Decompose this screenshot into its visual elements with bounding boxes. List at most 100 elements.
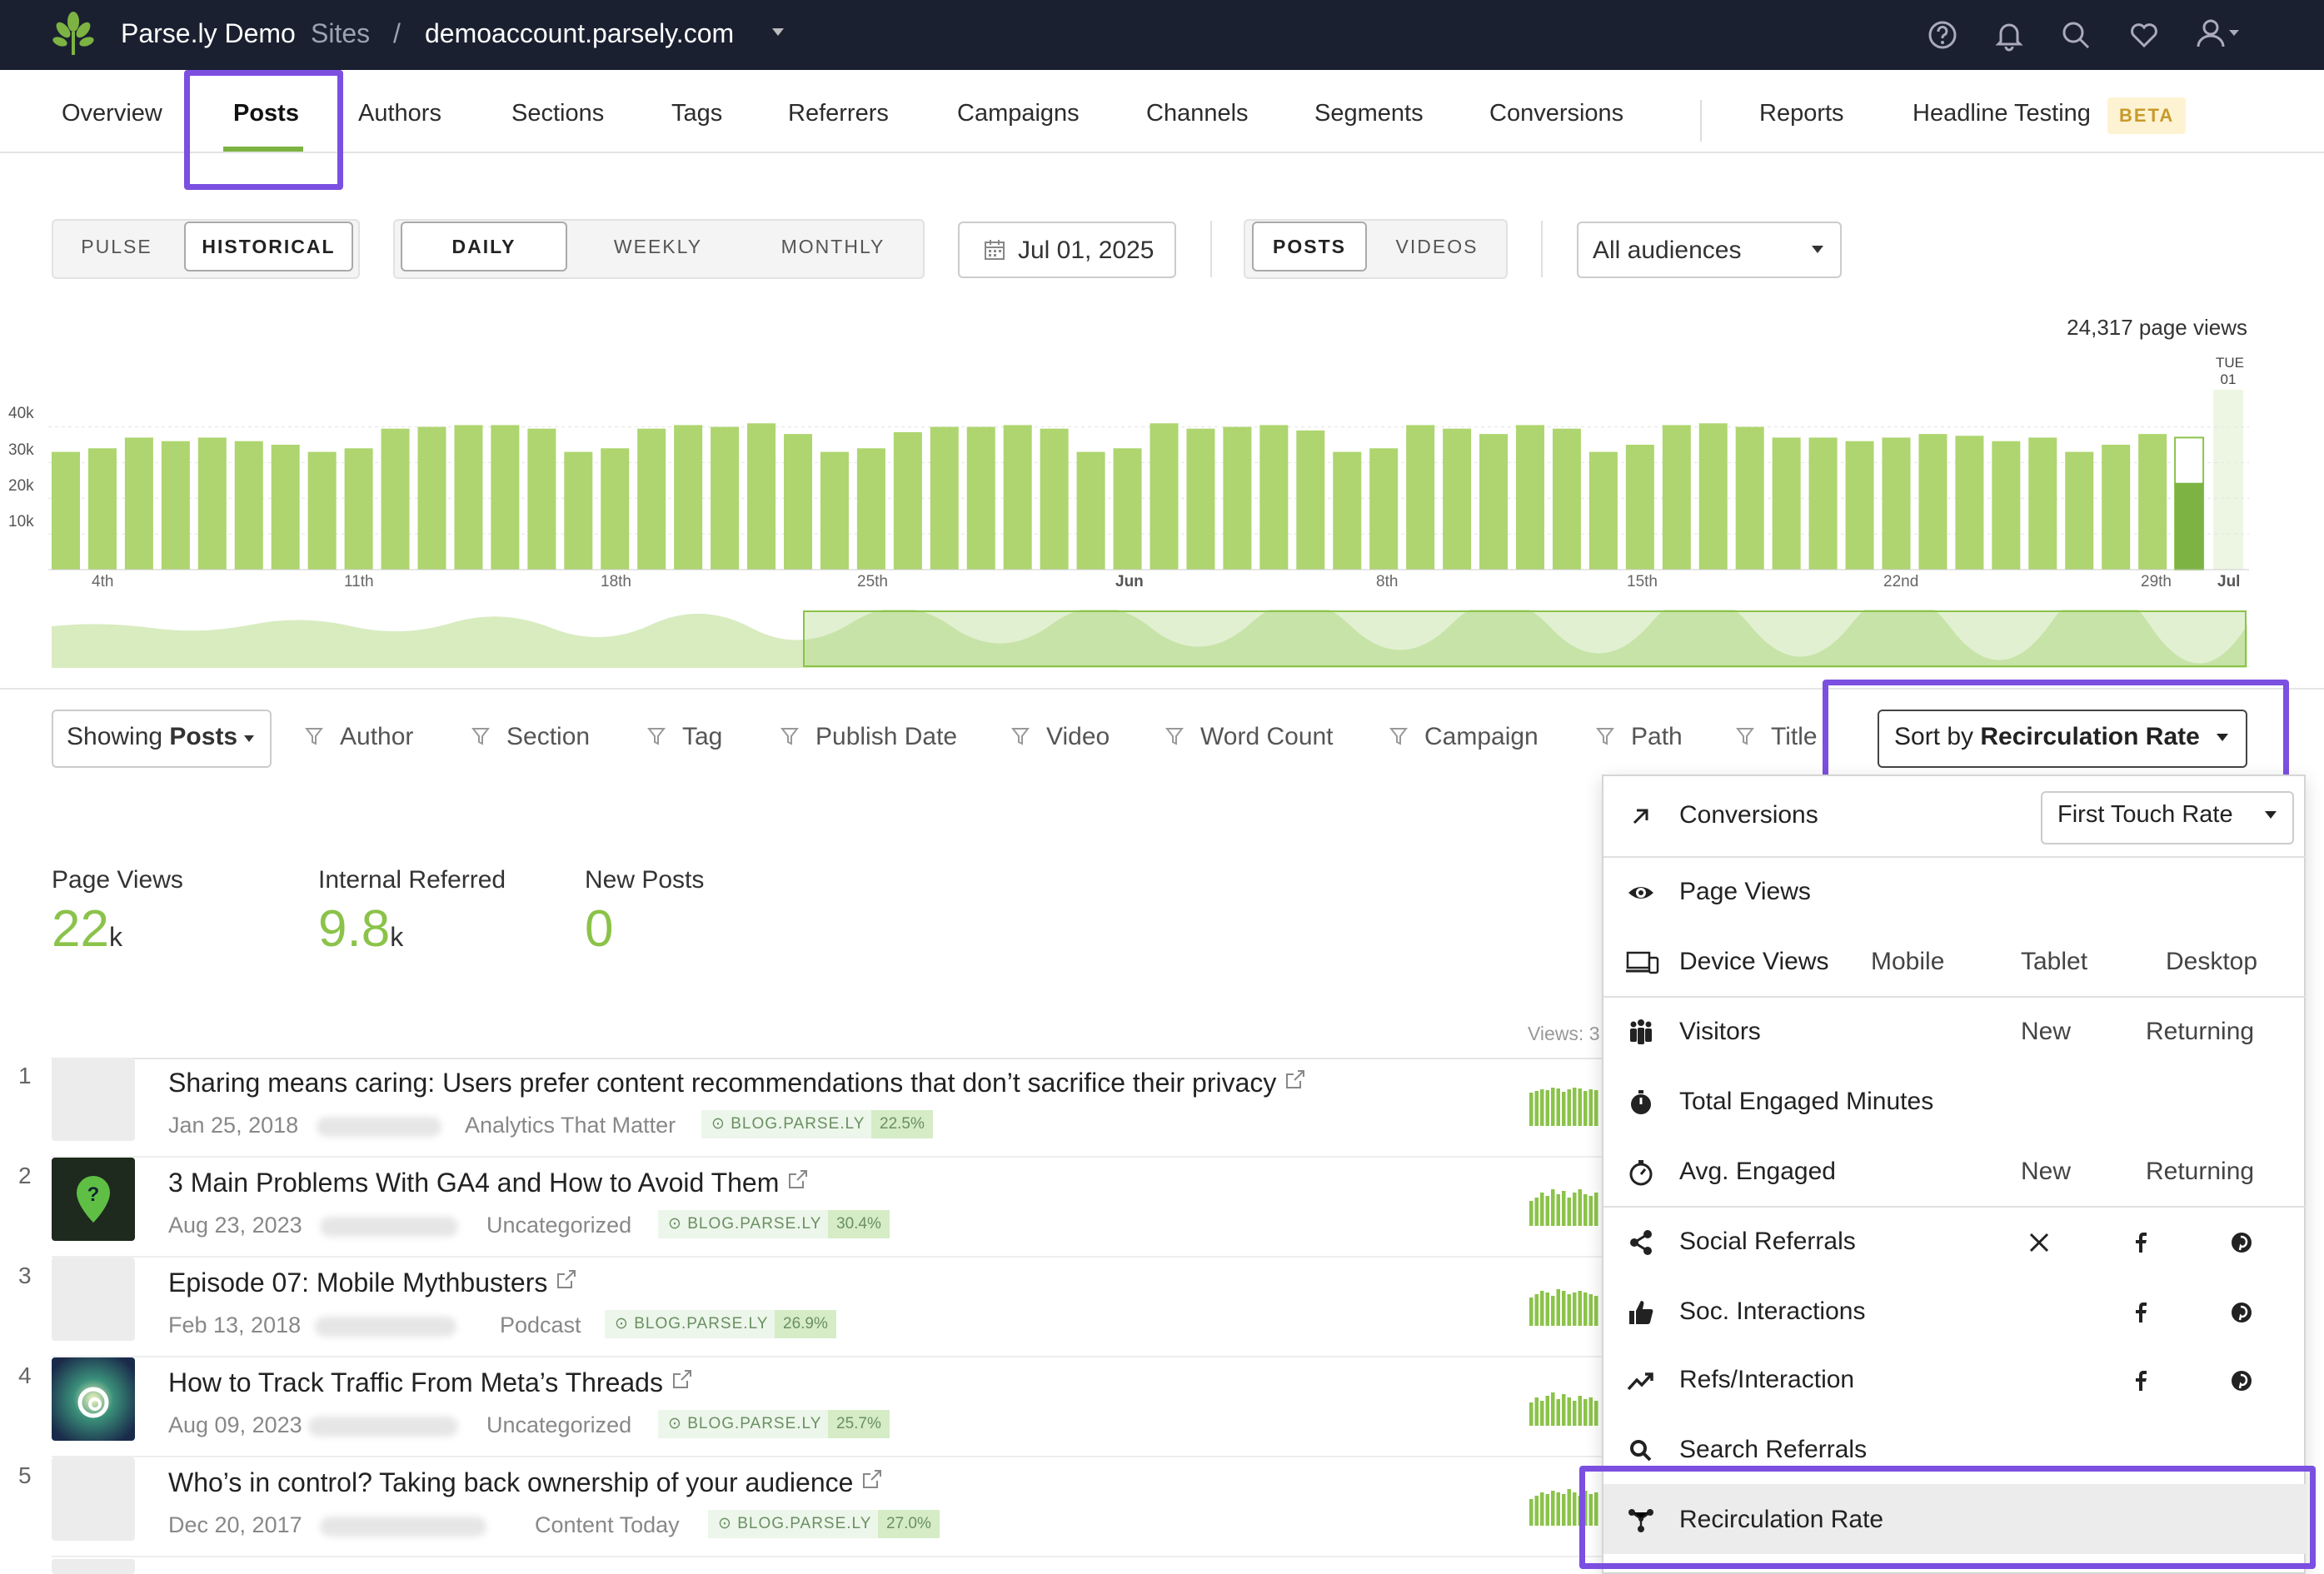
chart-bar[interactable]	[1003, 425, 1032, 570]
sort-sub-new[interactable]: New	[2021, 1158, 2071, 1186]
chart-bar[interactable]	[1406, 425, 1435, 570]
post-title[interactable]: Who’s in control? Taking back ownership …	[168, 1467, 883, 1498]
chart-bar[interactable]	[52, 451, 80, 570]
chart-bar[interactable]	[711, 426, 740, 570]
chart-bar[interactable]	[1735, 426, 1764, 570]
sort-sub-desktop[interactable]: Desktop	[2166, 948, 2257, 976]
chart-bar[interactable]	[1076, 451, 1105, 570]
chevron-down-icon[interactable]	[771, 27, 785, 37]
tab-sections[interactable]: Sections	[511, 100, 604, 127]
chart-bar[interactable]	[1479, 434, 1509, 570]
tab-overview[interactable]: Overview	[62, 100, 162, 127]
tag-filter[interactable]: Tag	[647, 723, 722, 751]
parsely-logo-icon[interactable]	[48, 8, 98, 58]
chart-bar[interactable]	[1259, 425, 1289, 570]
chart-bar[interactable]	[1992, 441, 2021, 570]
chart-bar[interactable]	[1955, 436, 1984, 570]
chart-bar[interactable]	[637, 428, 666, 570]
chart-bar[interactable]	[1333, 451, 1362, 570]
chart-bar[interactable]	[527, 428, 556, 570]
heart-icon[interactable]	[2126, 17, 2162, 53]
pinterest-icon[interactable]	[2230, 1369, 2253, 1392]
chart-bar[interactable]	[2065, 451, 2094, 570]
sort-option-avg-engaged[interactable]: Avg. Engaged	[1679, 1158, 1836, 1186]
historical-button[interactable]: HISTORICAL	[184, 222, 353, 271]
sort-option-soc-interactions[interactable]: Soc. Interactions	[1679, 1298, 1865, 1326]
range-navigator[interactable]	[52, 610, 2247, 668]
post-title[interactable]: Sharing means caring: Users prefer conte…	[168, 1068, 1306, 1098]
sort-sub-new[interactable]: New	[2021, 1018, 2071, 1046]
help-icon[interactable]	[1924, 17, 1961, 53]
chart-bar[interactable]	[1113, 448, 1142, 570]
sort-option-device-views[interactable]: Device Views	[1679, 948, 1829, 976]
weekly-button[interactable]: WEEKLY	[575, 222, 741, 271]
chart-bar[interactable]	[454, 425, 483, 570]
chart-bar[interactable]	[601, 448, 630, 570]
chart-bar[interactable]	[1588, 451, 1618, 570]
chart-bar[interactable]	[1040, 428, 1069, 570]
tab-headline-testing[interactable]: Headline Testing	[1913, 100, 2091, 127]
sort-option-social-referrals[interactable]: Social Referrals	[1679, 1228, 1856, 1256]
tab-segments[interactable]: Segments	[1314, 100, 1424, 127]
chart-bar[interactable]	[381, 428, 410, 570]
pinterest-icon[interactable]	[2230, 1231, 2253, 1254]
chart-bar[interactable]	[1443, 428, 1472, 570]
bell-icon[interactable]	[1991, 17, 2027, 53]
chart-bar[interactable]	[1662, 425, 1691, 570]
videos-button[interactable]: VIDEOS	[1379, 222, 1495, 271]
search-icon[interactable]	[2057, 17, 2094, 53]
tab-authors[interactable]: Authors	[358, 100, 441, 127]
chart-bar[interactable]	[1552, 428, 1581, 570]
sort-option-refs-interaction[interactable]: Refs/Interaction	[1679, 1366, 1854, 1394]
chart-bar[interactable]	[930, 426, 959, 570]
sort-option-total-engaged[interactable]: Total Engaged Minutes	[1679, 1088, 1933, 1116]
chart-bar[interactable]	[2138, 434, 2167, 570]
chart-bar[interactable]	[1625, 445, 1654, 570]
user-menu-icon[interactable]	[2192, 15, 2246, 52]
chart-bar[interactable]	[784, 434, 812, 570]
sort-sub-mobile[interactable]: Mobile	[1871, 948, 1944, 976]
chart-bar[interactable]	[564, 451, 593, 570]
post-section[interactable]: Analytics That Matter	[465, 1113, 676, 1138]
chart-bar[interactable]	[1918, 434, 1947, 570]
post-thumbnail[interactable]	[52, 1457, 135, 1541]
video-filter[interactable]: Video	[1011, 723, 1110, 751]
sort-option-visitors[interactable]: Visitors	[1679, 1018, 1761, 1046]
monthly-button[interactable]: MONTHLY	[750, 222, 916, 271]
tab-channels[interactable]: Channels	[1146, 100, 1249, 127]
sort-sub-tablet[interactable]: Tablet	[2021, 948, 2087, 976]
pulse-button[interactable]: PULSE	[58, 222, 175, 271]
chart-bar[interactable]	[674, 425, 703, 570]
chart-bar[interactable]	[197, 437, 227, 570]
pinterest-icon[interactable]	[2230, 1301, 2253, 1324]
external-link-icon[interactable]	[861, 1468, 883, 1490]
chart-bar[interactable]	[1845, 441, 1874, 570]
chart-bar[interactable]	[1882, 437, 1911, 570]
chart-bar[interactable]	[1150, 423, 1179, 570]
site-selector[interactable]: demoaccount.parsely.com	[425, 18, 734, 49]
author-filter[interactable]: Author	[305, 723, 413, 751]
chart-bar[interactable]	[417, 426, 446, 570]
post-title[interactable]: How to Track Traffic From Meta’s Threads	[168, 1367, 693, 1398]
sort-sub-returning[interactable]: Returning	[2146, 1018, 2254, 1046]
external-link-icon[interactable]	[556, 1268, 577, 1290]
post-thumbnail[interactable]	[52, 1559, 135, 1574]
post-thumbnail-ga4[interactable]: ?	[52, 1158, 135, 1241]
sort-option-search-referrals[interactable]: Search Referrals	[1679, 1436, 1867, 1464]
chart-bar[interactable]	[1772, 437, 1801, 570]
post-section[interactable]: Uncategorized	[486, 1213, 631, 1238]
post-section[interactable]: Content Today	[535, 1512, 680, 1538]
facebook-icon[interactable]	[2129, 1301, 2152, 1324]
post-title[interactable]: 3 Main Problems With GA4 and How to Avoi…	[168, 1168, 809, 1198]
x-twitter-icon[interactable]	[2027, 1231, 2051, 1254]
external-link-icon[interactable]	[1284, 1068, 1306, 1090]
post-section[interactable]: Podcast	[500, 1312, 581, 1338]
post-thumbnail[interactable]	[52, 1058, 135, 1141]
external-link-icon[interactable]	[671, 1368, 693, 1390]
daily-button[interactable]: DAILY	[401, 222, 567, 271]
chart-bar[interactable]	[2028, 437, 2057, 570]
publish-date-filter[interactable]: Publish Date	[780, 723, 957, 751]
post-thumbnail[interactable]	[52, 1258, 135, 1341]
brand-name[interactable]: Parse.ly Demo	[121, 18, 296, 49]
chart-bar[interactable]	[1808, 437, 1838, 570]
